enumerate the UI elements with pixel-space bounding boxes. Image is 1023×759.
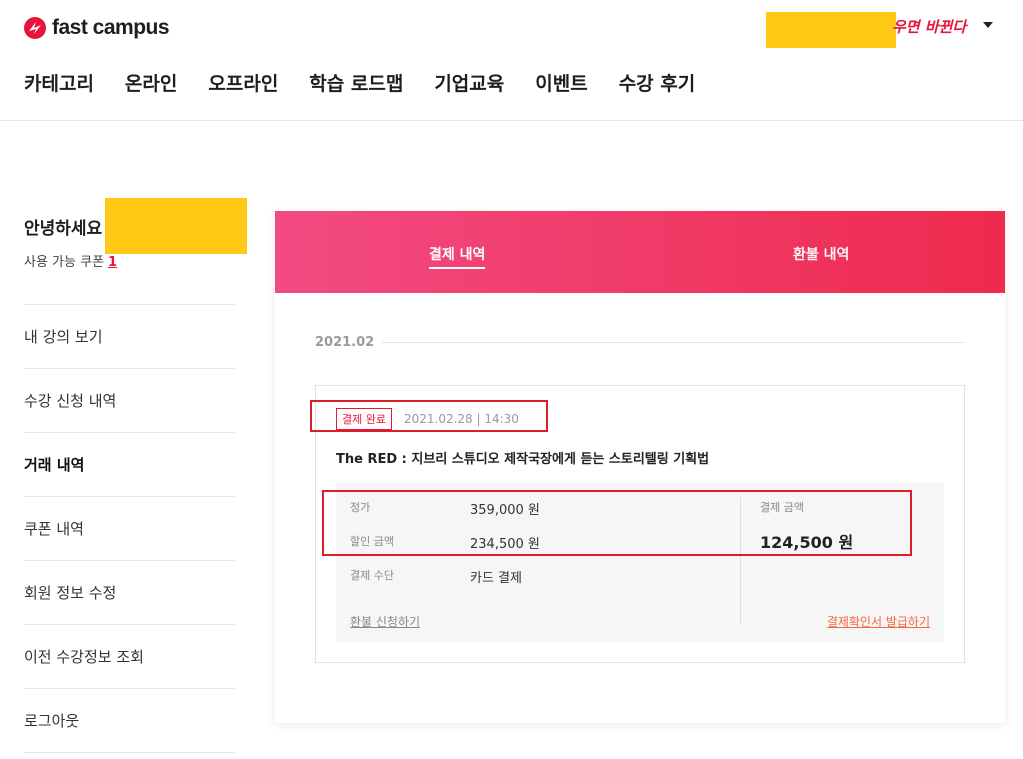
logo[interactable]: fast campus	[24, 16, 170, 40]
payment-method-value: 카드 결제	[470, 571, 522, 586]
month-label: 2021.02	[315, 335, 375, 350]
highlight-box-prices	[322, 490, 912, 556]
nav-item-offline[interactable]: 오프라인	[208, 69, 278, 96]
mypage-side-menu: 내 강의 보기 수강 신청 내역 거래 내역 쿠폰 내역 회원 정보 수정 이전…	[24, 304, 235, 753]
receipt-issue-link[interactable]: 결제확인서 발급하기	[827, 613, 930, 630]
greeting-text: 안녕하세요	[24, 219, 103, 239]
main-nav: 카테고리 온라인 오프라인 학습 로드맵 기업교육 이벤트 수강 후기	[24, 69, 695, 96]
divider	[382, 342, 965, 343]
course-title[interactable]: The RED : 지브리 스튜디오 제작국장에게 듣는 스토리텔링 기획법	[336, 448, 709, 467]
logo-text: fast campus	[52, 16, 170, 39]
refund-request-link[interactable]: 환불 신청하기	[350, 613, 420, 630]
month-group-header: 2021.02	[315, 335, 965, 350]
sidebar-item-enrollments[interactable]: 수강 신청 내역	[24, 369, 235, 433]
promo-banner-text[interactable]: 우면 바뀐다	[892, 16, 966, 37]
active-tab-indicator	[429, 267, 485, 269]
nav-item-roadmap[interactable]: 학습 로드맵	[309, 69, 403, 96]
sidebar-item-my-courses[interactable]: 내 강의 보기	[24, 305, 235, 369]
logo-icon	[24, 17, 46, 39]
coupon-label: 사용 가능 쿠폰	[24, 255, 105, 270]
sidebar-item-logout[interactable]: 로그아웃	[24, 689, 235, 753]
site-header: fast campus 우면 바뀐다 카테고리 온라인 오프라인 학습 로드맵 …	[0, 0, 1023, 121]
nav-item-online[interactable]: 온라인	[125, 69, 177, 96]
payment-method-label: 결제 수단	[350, 569, 394, 582]
highlight-box-status	[310, 400, 548, 432]
sidebar-item-edit-profile[interactable]: 회원 정보 수정	[24, 561, 235, 625]
nav-item-event[interactable]: 이벤트	[535, 69, 587, 96]
history-tabs: 결제 내역 환불 내역	[275, 211, 1005, 293]
tab-payment-history[interactable]: 결제 내역	[429, 244, 485, 264]
order-card: 결제 완료 2021.02.28 | 14:30 The RED : 지브리 스…	[310, 385, 965, 663]
sidebar-item-coupons[interactable]: 쿠폰 내역	[24, 497, 235, 561]
redacted-banner-mask	[766, 12, 896, 48]
sidebar-item-transactions[interactable]: 거래 내역	[24, 433, 235, 497]
sidebar-item-past-courses[interactable]: 이전 수강정보 조회	[24, 625, 235, 689]
transaction-panel: 결제 내역 환불 내역 2021.02 결제 완료 2021.02.28 | 1…	[275, 211, 1005, 723]
nav-item-category[interactable]: 카테고리	[24, 69, 94, 96]
nav-item-reviews[interactable]: 수강 후기	[619, 69, 696, 96]
tab-refund-history[interactable]: 환불 내역	[793, 244, 849, 264]
available-coupons: 사용 가능 쿠폰 1	[24, 251, 117, 270]
coupon-count-link[interactable]: 1	[108, 255, 117, 270]
nav-item-enterprise[interactable]: 기업교육	[434, 69, 504, 96]
chevron-down-icon[interactable]	[983, 22, 993, 28]
redacted-username-mask	[105, 198, 247, 254]
